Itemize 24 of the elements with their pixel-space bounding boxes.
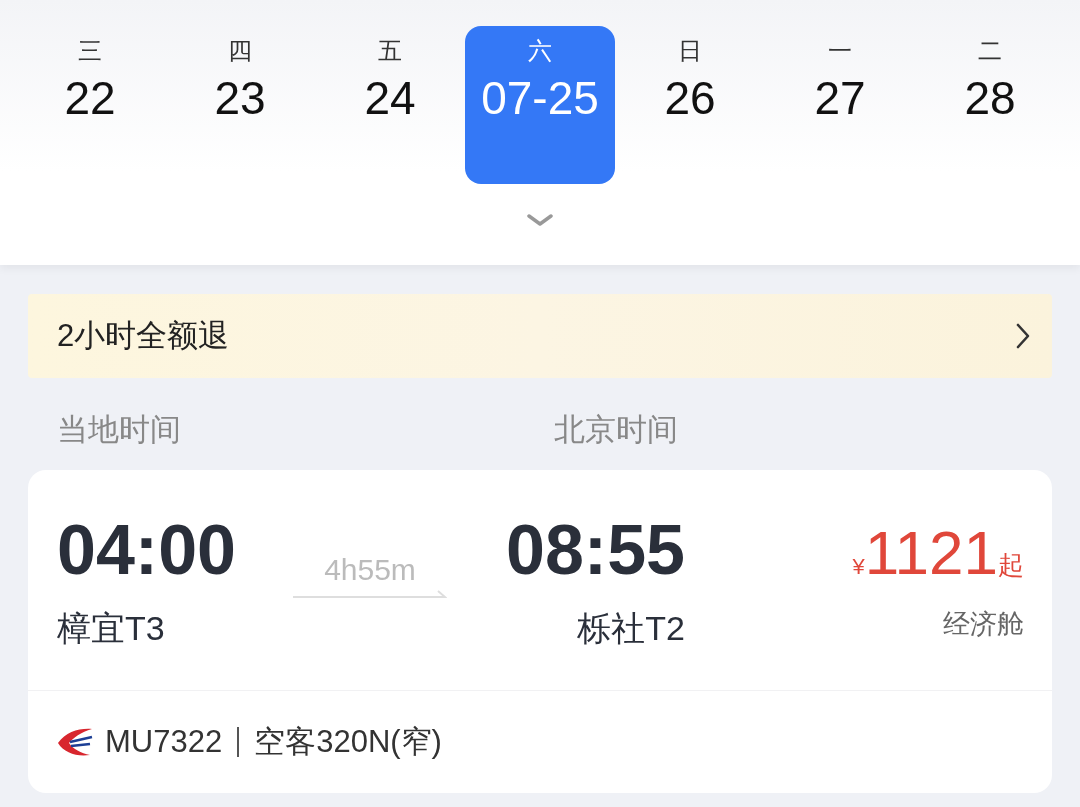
- chevron-down-icon[interactable]: [527, 214, 553, 227]
- time-zone-label: 当地时间: [57, 412, 181, 447]
- date-tab[interactable]: 四 23: [165, 26, 315, 184]
- arrival-airport: 栎社T2: [577, 608, 685, 649]
- departure-time: 04:00: [57, 512, 237, 588]
- date-tab[interactable]: 六 07-25: [465, 26, 615, 184]
- refund-banner[interactable]: 2小时全额退: [28, 294, 1052, 378]
- departure-airport: 樟宜T3: [57, 608, 165, 649]
- duration-text: 4h55m: [324, 552, 416, 588]
- currency-symbol: ¥: [852, 556, 865, 578]
- date-tab[interactable]: 三 22: [15, 26, 165, 184]
- price-suffix: 起: [998, 552, 1024, 578]
- arrival-time: 08:55: [505, 512, 685, 588]
- date-tab[interactable]: 一 27: [765, 26, 915, 184]
- chevron-right-icon: [1016, 323, 1030, 349]
- price-amount: 1121: [864, 522, 998, 584]
- date-tab[interactable]: 日 26: [615, 26, 765, 184]
- aircraft-type: 空客320N(窄): [254, 722, 442, 761]
- cabin-class: 经济舱: [943, 608, 1024, 641]
- time-zone-label: 北京时间: [554, 412, 678, 447]
- date-tab[interactable]: 五 24: [315, 26, 465, 184]
- airline-logo-icon: [57, 727, 93, 757]
- flight-number: MU7322: [105, 722, 223, 761]
- date-tab[interactable]: 二 28: [915, 26, 1065, 184]
